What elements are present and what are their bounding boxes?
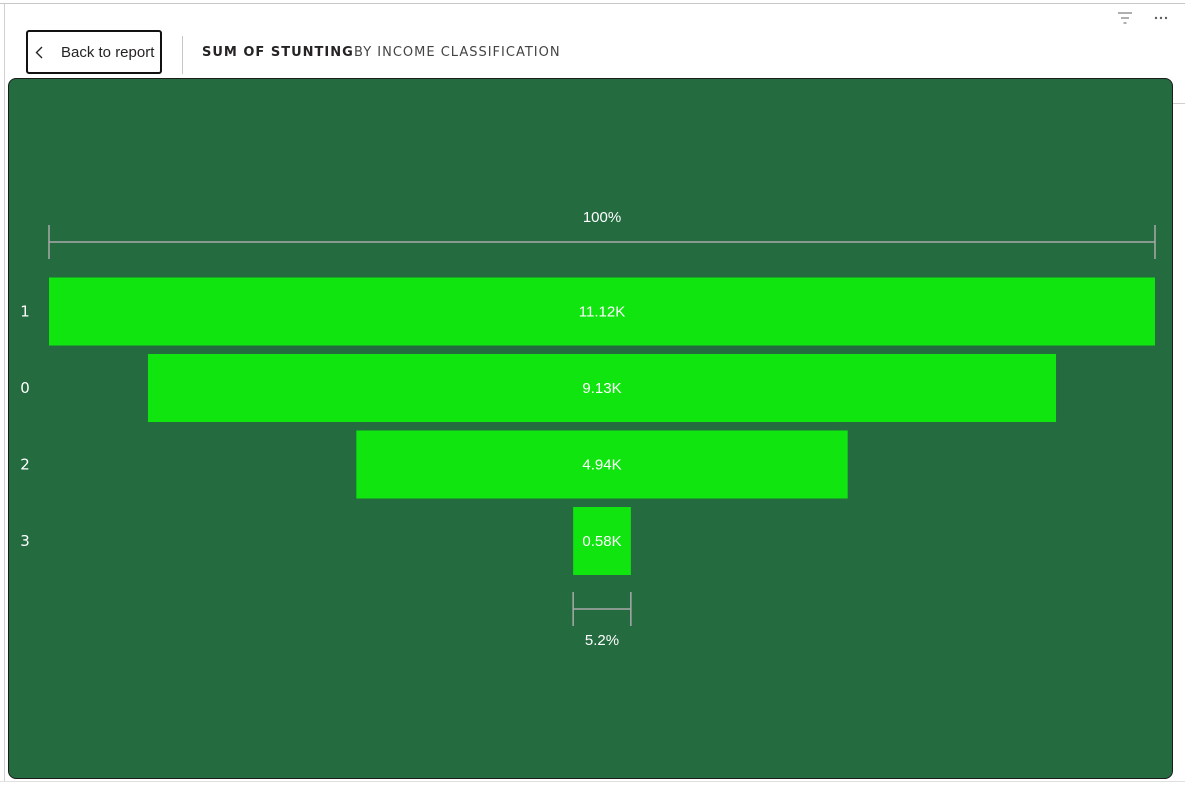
funnel-bar-data-label: 11.12K	[579, 304, 625, 321]
back-to-report-button[interactable]: Back to report	[26, 30, 162, 74]
funnel-chart: 100% 11.12K 1 9.13K 0 4.94K 2 0.58K 3 5.2%	[20, 209, 1156, 649]
visual-subtitle: BY INCOME CLASSIFICATION	[354, 45, 561, 60]
chevron-left-icon	[35, 45, 45, 59]
window-right-divider	[1173, 103, 1185, 104]
funnel-bar-data-label: 0.58K	[582, 533, 621, 550]
window-bottom-border	[0, 781, 1185, 782]
funnel-category-label: 2	[20, 456, 30, 474]
bottom-percent-label: 5.2%	[585, 632, 619, 649]
funnel-chart-panel: 100% 11.12K 1 9.13K 0 4.94K 2 0.58K 3 5.2%	[8, 78, 1173, 779]
visual-header-icons	[1115, 8, 1171, 28]
header-separator	[182, 36, 183, 74]
filter-icon[interactable]	[1115, 8, 1135, 28]
funnel-category-label: 0	[20, 379, 30, 397]
visual-title: SUM OF STUNTING	[202, 45, 354, 60]
funnel-bar-data-label: 9.13K	[582, 380, 621, 397]
back-to-report-label: Back to report	[61, 43, 155, 61]
more-options-icon[interactable]	[1151, 8, 1171, 28]
funnel-bar-data-label: 4.94K	[582, 457, 621, 474]
funnel-category-label: 3	[20, 532, 30, 550]
window-top-border	[0, 3, 1185, 4]
window-left-border	[4, 3, 5, 781]
funnel-category-label: 1	[20, 303, 30, 321]
top-percent-label: 100%	[583, 209, 621, 226]
